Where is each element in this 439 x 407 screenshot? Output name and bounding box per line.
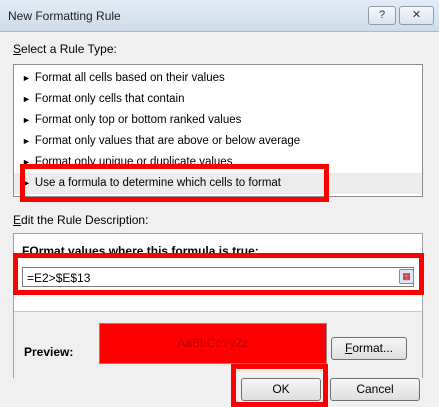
help-button[interactable]: ?: [368, 6, 396, 25]
rule-type-label: Select a Rule Type:: [13, 42, 117, 56]
rule-type-label-accel: S: [13, 42, 22, 56]
rule-type-item[interactable]: ► Format only cells that contain: [14, 89, 422, 110]
preview-sample: AaBbCcYyZz: [99, 323, 327, 364]
rule-type-item[interactable]: ► Format all cells based on their values: [14, 68, 422, 89]
rule-type-item-label: Format only top or bottom ranked values: [34, 114, 242, 126]
highlight-box-formula: [13, 253, 424, 295]
rule-type-item[interactable]: ► Format only top or bottom ranked values: [14, 110, 422, 131]
format-button[interactable]: Format...: [331, 337, 407, 360]
rule-type-item[interactable]: ► Format only values that are above or be…: [14, 131, 422, 152]
close-button[interactable]: ✕: [399, 6, 434, 25]
preview-label: Preview:: [24, 345, 74, 359]
arrow-right-icon: ►: [22, 73, 31, 83]
highlight-box-ok: [231, 364, 328, 407]
rule-description-label-accel: E: [13, 213, 22, 227]
dialog-title: New Formatting Rule: [8, 9, 121, 23]
rule-type-item-label: Format only values that are above or bel…: [34, 135, 301, 147]
title-bar: New Formatting Rule ? ✕: [0, 0, 439, 32]
preview-bar: Preview: AaBbCcYyZz Format...: [14, 311, 422, 378]
rule-type-label-text: elect a Rule Type:: [21, 42, 117, 56]
arrow-right-icon: ►: [22, 136, 31, 146]
rule-type-item-label: Format all cells based on their values: [34, 72, 225, 84]
highlight-box-rule-type: [20, 164, 329, 202]
rule-description-label-text: dit the Rule Description:: [21, 213, 149, 227]
arrow-right-icon: ►: [22, 115, 31, 125]
rule-description-label: Edit the Rule Description:: [13, 213, 148, 227]
arrow-right-icon: ►: [22, 94, 31, 104]
rule-type-item-label: Format only cells that contain: [34, 93, 185, 105]
cancel-button[interactable]: Cancel: [330, 378, 420, 401]
format-button-text: ormat...: [352, 341, 394, 355]
